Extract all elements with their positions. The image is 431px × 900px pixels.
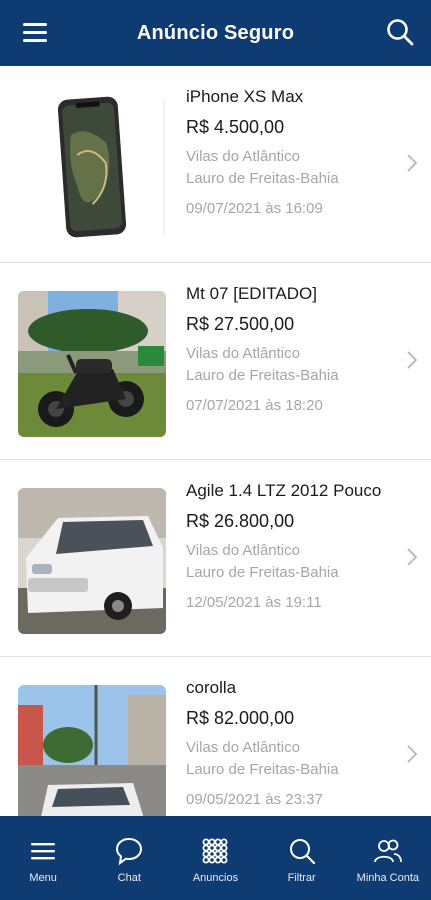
listing-date: 09/05/2021 às 23:37 [186,791,323,808]
listing-thumbnail-car [18,488,166,634]
nav-menu[interactable]: Menu [0,816,86,900]
listing-city: Lauro de Freitas-Bahia [186,367,339,384]
listing-info: Mt 07 [EDITADO] R$ 27.500,00 Vilas do At… [186,283,406,417]
listing-item[interactable]: Mt 07 [EDITADO] R$ 27.500,00 Vilas do At… [0,263,431,460]
nav-label: Menu [29,872,57,884]
listing-title: Agile 1.4 LTZ 2012 Pouco [186,481,382,500]
grid-icon [202,838,228,864]
listing-thumbnail-motorcycle [18,291,166,437]
listing-price: R$ 27.500,00 [186,314,295,334]
listing-item[interactable]: iPhone XS Max R$ 4.500,00 Vilas do Atlân… [0,66,431,263]
listing-item[interactable]: Agile 1.4 LTZ 2012 Pouco R$ 26.800,00 Vi… [0,460,431,657]
listing-neighborhood: Vilas do Atlântico [186,148,300,165]
listing-title: Mt 07 [EDITADO] [186,284,317,303]
listing-price: R$ 82.000,00 [186,708,295,728]
listing-date: 09/07/2021 às 16:09 [186,200,323,217]
bottom-navigation: Menu Chat Anuncios Filtrar Minha Conta [0,816,431,900]
page-title: Anúncio Seguro [136,21,295,44]
listing-neighborhood: Vilas do Atlântico [186,739,300,756]
chevron-right-icon [407,351,418,369]
listing-thumbnail-phone [18,94,166,240]
hamburger-menu-icon[interactable] [22,21,52,45]
search-icon [289,839,315,865]
listing-city: Lauro de Freitas-Bahia [186,564,339,581]
listing-title: corolla [186,678,237,697]
hamburger-icon [31,843,56,860]
listing-info: Agile 1.4 LTZ 2012 Pouco R$ 26.800,00 Vi… [186,480,406,614]
listing-neighborhood: Vilas do Atlântico [186,542,300,559]
chat-bubble-icon [116,837,143,866]
chevron-right-icon [407,548,418,566]
listing-date: 07/07/2021 às 18:20 [186,397,323,414]
listing-item[interactable]: corolla R$ 82.000,00 Vilas do Atlântico … [0,657,431,816]
nav-label: Filtrar [287,872,316,884]
nav-label: Chat [117,872,141,884]
nav-anuncios[interactable]: Anuncios [172,816,258,900]
top-app-bar: Anúncio Seguro [0,0,431,66]
listing-title: iPhone XS Max [186,87,304,106]
nav-filtrar[interactable]: Filtrar [259,816,345,900]
listing-info: iPhone XS Max R$ 4.500,00 Vilas do Atlân… [186,86,406,220]
listing-thumbnail-car-street [18,685,166,816]
listing-list[interactable]: iPhone XS Max R$ 4.500,00 Vilas do Atlân… [0,66,431,816]
users-icon [373,839,402,863]
listing-city: Lauro de Freitas-Bahia [186,761,339,778]
listing-city: Lauro de Freitas-Bahia [186,170,339,187]
nav-minha-conta[interactable]: Minha Conta [345,816,431,900]
nav-label: Anuncios [192,872,239,884]
listing-price: R$ 26.800,00 [186,511,295,531]
chevron-right-icon [407,154,418,172]
listing-date: 12/05/2021 às 19:11 [186,594,322,611]
chevron-right-icon [407,745,418,763]
search-icon[interactable] [385,17,415,47]
listing-price: R$ 4.500,00 [186,117,285,137]
listing-neighborhood: Vilas do Atlântico [186,345,300,362]
listing-info: corolla R$ 82.000,00 Vilas do Atlântico … [186,677,406,811]
nav-label: Minha Conta [356,872,420,884]
nav-chat[interactable]: Chat [86,816,172,900]
